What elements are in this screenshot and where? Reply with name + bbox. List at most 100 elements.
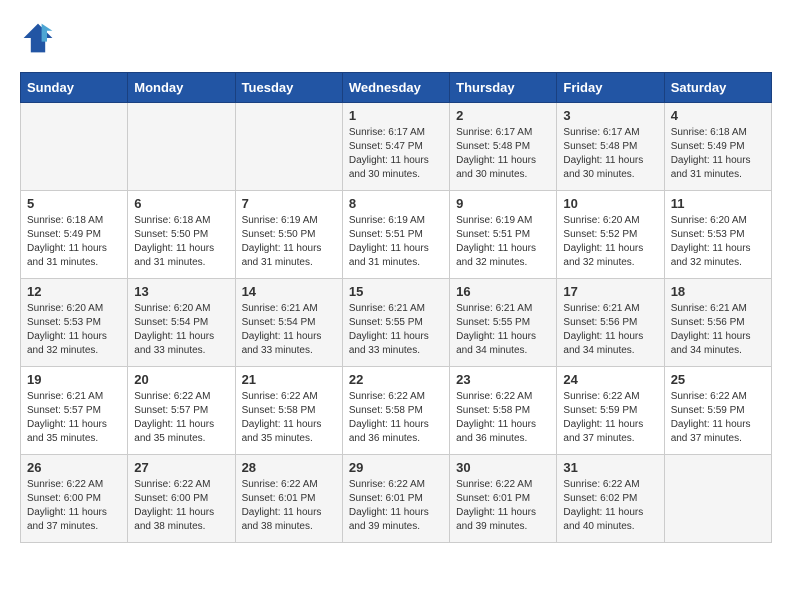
day-number: 8 — [349, 196, 443, 211]
day-number: 12 — [27, 284, 121, 299]
calendar-cell: 27 Sunrise: 6:22 AM Sunset: 6:00 PM Dayli… — [128, 455, 235, 543]
calendar-cell: 23Sunrise: 6:22 AM Sunset: 5:58 PM Dayli… — [450, 367, 557, 455]
day-info: Sunrise: 6:22 AM Sunset: 6:02 PM Dayligh… — [563, 478, 657, 534]
day-info: Sunrise: 6:21 AM Sunset: 5:54 PM Dayligh… — [242, 302, 336, 358]
day-info: Sunrise: 6:22 AM Sunset: 5:58 PM Dayligh… — [242, 390, 336, 446]
calendar-cell: 30 Sunrise: 6:22 AM Sunset: 6:01 PM Dayli… — [450, 455, 557, 543]
day-number: 31 — [563, 460, 657, 475]
day-number: 21 — [242, 372, 336, 387]
day-number: 22 — [349, 372, 443, 387]
weekday-header: Wednesday — [342, 73, 449, 103]
day-info: Sunrise: 6:22 AM Sunset: 6:01 PM Dayligh… — [456, 478, 550, 534]
day-info: Sunrise: 6:17 AM Sunset: 5:48 PM Dayligh… — [563, 126, 657, 182]
calendar-cell: 16 Sunrise: 6:21 AM Sunset: 5:55 PM Dayli… — [450, 279, 557, 367]
logo — [20, 20, 60, 56]
calendar-week-row: 5 Sunrise: 6:18 AM Sunset: 5:49 PM Daylig… — [21, 191, 772, 279]
day-info: Sunrise: 6:20 AM Sunset: 5:52 PM Dayligh… — [563, 214, 657, 270]
day-info: Sunrise: 6:22 AM Sunset: 5:59 PM Dayligh… — [671, 390, 765, 446]
day-info: Sunrise: 6:22 AM Sunset: 6:00 PM Dayligh… — [27, 478, 121, 534]
day-number: 6 — [134, 196, 228, 211]
calendar-cell: 5 Sunrise: 6:18 AM Sunset: 5:49 PM Daylig… — [21, 191, 128, 279]
day-number: 28 — [242, 460, 336, 475]
calendar-cell: 25 Sunrise: 6:22 AM Sunset: 5:59 PM Dayli… — [664, 367, 771, 455]
calendar-cell: 26 Sunrise: 6:22 AM Sunset: 6:00 PM Dayli… — [21, 455, 128, 543]
day-info: Sunrise: 6:22 AM Sunset: 5:58 PM Dayligh… — [349, 390, 443, 446]
day-info: Sunrise: 6:21 AM Sunset: 5:56 PM Dayligh… — [563, 302, 657, 358]
day-info: Sunrise: 6:21 AM Sunset: 5:57 PM Dayligh… — [27, 390, 121, 446]
day-info: Sunrise: 6:19 AM Sunset: 5:51 PM Dayligh… — [456, 214, 550, 270]
day-info: Sunrise: 6:19 AM Sunset: 5:51 PM Dayligh… — [349, 214, 443, 270]
day-number: 29 — [349, 460, 443, 475]
calendar-cell: 8 Sunrise: 6:19 AM Sunset: 5:51 PM Daylig… — [342, 191, 449, 279]
day-number: 7 — [242, 196, 336, 211]
calendar-cell: 29 Sunrise: 6:22 AM Sunset: 6:01 PM Dayli… — [342, 455, 449, 543]
weekday-header: Friday — [557, 73, 664, 103]
day-number: 17 — [563, 284, 657, 299]
day-info: Sunrise: 6:22 AM Sunset: 6:00 PM Dayligh… — [134, 478, 228, 534]
calendar-table: SundayMondayTuesdayWednesdayThursdayFrid… — [20, 72, 772, 543]
day-number: 27 — [134, 460, 228, 475]
day-number: 15 — [349, 284, 443, 299]
weekday-header: Saturday — [664, 73, 771, 103]
calendar-cell: 22 Sunrise: 6:22 AM Sunset: 5:58 PM Dayli… — [342, 367, 449, 455]
weekday-header-row: SundayMondayTuesdayWednesdayThursdayFrid… — [21, 73, 772, 103]
day-info: Sunrise: 6:21 AM Sunset: 5:55 PM Dayligh… — [456, 302, 550, 358]
calendar-cell — [21, 103, 128, 191]
day-number: 20 — [134, 372, 228, 387]
logo-icon — [20, 20, 56, 56]
calendar-cell: 15Sunrise: 6:21 AM Sunset: 5:55 PM Dayli… — [342, 279, 449, 367]
day-info: Sunrise: 6:20 AM Sunset: 5:53 PM Dayligh… — [671, 214, 765, 270]
day-number: 30 — [456, 460, 550, 475]
calendar-cell — [235, 103, 342, 191]
weekday-header: Monday — [128, 73, 235, 103]
day-info: Sunrise: 6:22 AM Sunset: 5:57 PM Dayligh… — [134, 390, 228, 446]
day-info: Sunrise: 6:22 AM Sunset: 6:01 PM Dayligh… — [349, 478, 443, 534]
day-number: 9 — [456, 196, 550, 211]
calendar-cell: 1 Sunrise: 6:17 AM Sunset: 5:47 PM Daylig… — [342, 103, 449, 191]
day-number: 11 — [671, 196, 765, 211]
calendar-cell: 6 Sunrise: 6:18 AM Sunset: 5:50 PM Daylig… — [128, 191, 235, 279]
calendar-cell: 11 Sunrise: 6:20 AM Sunset: 5:53 PM Dayli… — [664, 191, 771, 279]
calendar-week-row: 19 Sunrise: 6:21 AM Sunset: 5:57 PM Dayli… — [21, 367, 772, 455]
day-info: Sunrise: 6:19 AM Sunset: 5:50 PM Dayligh… — [242, 214, 336, 270]
day-number: 13 — [134, 284, 228, 299]
day-number: 5 — [27, 196, 121, 211]
day-number: 1 — [349, 108, 443, 123]
day-info: Sunrise: 6:22 AM Sunset: 5:59 PM Dayligh… — [563, 390, 657, 446]
day-info: Sunrise: 6:18 AM Sunset: 5:49 PM Dayligh… — [671, 126, 765, 182]
calendar-cell: 3Sunrise: 6:17 AM Sunset: 5:48 PM Daylig… — [557, 103, 664, 191]
day-info: Sunrise: 6:21 AM Sunset: 5:56 PM Dayligh… — [671, 302, 765, 358]
calendar-week-row: 12Sunrise: 6:20 AM Sunset: 5:53 PM Dayli… — [21, 279, 772, 367]
calendar-week-row: 1 Sunrise: 6:17 AM Sunset: 5:47 PM Daylig… — [21, 103, 772, 191]
calendar-cell: 14 Sunrise: 6:21 AM Sunset: 5:54 PM Dayli… — [235, 279, 342, 367]
calendar-cell: 18 Sunrise: 6:21 AM Sunset: 5:56 PM Dayli… — [664, 279, 771, 367]
calendar-cell: 12Sunrise: 6:20 AM Sunset: 5:53 PM Dayli… — [21, 279, 128, 367]
day-number: 26 — [27, 460, 121, 475]
day-number: 16 — [456, 284, 550, 299]
calendar-cell — [128, 103, 235, 191]
day-number: 18 — [671, 284, 765, 299]
weekday-header: Sunday — [21, 73, 128, 103]
day-number: 10 — [563, 196, 657, 211]
calendar-cell: 2Sunrise: 6:17 AM Sunset: 5:48 PM Daylig… — [450, 103, 557, 191]
calendar-cell: 13Sunrise: 6:20 AM Sunset: 5:54 PM Dayli… — [128, 279, 235, 367]
day-info: Sunrise: 6:17 AM Sunset: 5:48 PM Dayligh… — [456, 126, 550, 182]
calendar-cell: 24 Sunrise: 6:22 AM Sunset: 5:59 PM Dayli… — [557, 367, 664, 455]
day-number: 4 — [671, 108, 765, 123]
calendar-cell: 28 Sunrise: 6:22 AM Sunset: 6:01 PM Dayli… — [235, 455, 342, 543]
day-number: 14 — [242, 284, 336, 299]
day-number: 24 — [563, 372, 657, 387]
calendar-cell: 17 Sunrise: 6:21 AM Sunset: 5:56 PM Dayli… — [557, 279, 664, 367]
day-info: Sunrise: 6:22 AM Sunset: 6:01 PM Dayligh… — [242, 478, 336, 534]
day-number: 19 — [27, 372, 121, 387]
calendar-cell: 21 Sunrise: 6:22 AM Sunset: 5:58 PM Dayli… — [235, 367, 342, 455]
page-header — [20, 20, 772, 56]
day-info: Sunrise: 6:17 AM Sunset: 5:47 PM Dayligh… — [349, 126, 443, 182]
calendar-cell: 7 Sunrise: 6:19 AM Sunset: 5:50 PM Daylig… — [235, 191, 342, 279]
calendar-cell: 20 Sunrise: 6:22 AM Sunset: 5:57 PM Dayli… — [128, 367, 235, 455]
day-number: 25 — [671, 372, 765, 387]
calendar-cell — [664, 455, 771, 543]
weekday-header: Thursday — [450, 73, 557, 103]
day-info: Sunrise: 6:18 AM Sunset: 5:50 PM Dayligh… — [134, 214, 228, 270]
day-info: Sunrise: 6:18 AM Sunset: 5:49 PM Dayligh… — [27, 214, 121, 270]
